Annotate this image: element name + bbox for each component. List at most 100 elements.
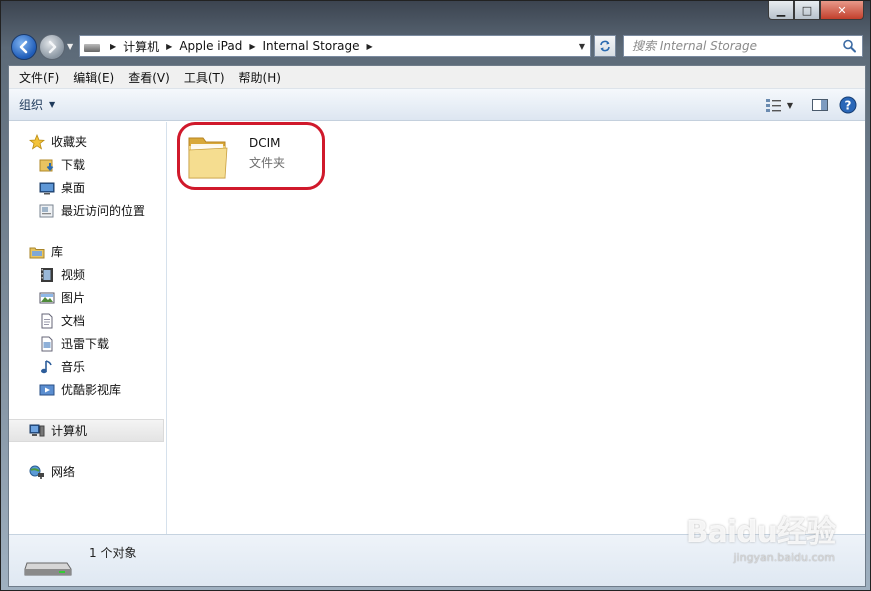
sidebar-label: 视频 xyxy=(61,268,86,282)
breadcrumb-apple-ipad[interactable]: Apple iPad xyxy=(176,39,245,53)
main-body: 收藏夹 下载 桌面 最近访问的位置 库 视频 图片 文档 迅雷下载 音乐 优酷影… xyxy=(9,122,865,534)
minimize-button[interactable]: ▁ xyxy=(768,1,794,20)
sidebar-item-youku-library[interactable]: 优酷影视库 xyxy=(9,378,166,401)
question-icon: ? xyxy=(839,96,857,114)
watermark-url: jingyan.baidu.com xyxy=(733,551,835,564)
sidebar-item-pictures[interactable]: 图片 xyxy=(9,286,166,309)
menu-bar: 文件(F) 编辑(E) 查看(V) 工具(T) 帮助(H) xyxy=(9,66,865,89)
refresh-button[interactable] xyxy=(594,35,616,57)
file-list: DCIM 文件夹 xyxy=(167,122,865,534)
address-dropdown-icon[interactable]: ▼ xyxy=(574,42,590,51)
sidebar-item-xunlei-downloads[interactable]: 迅雷下载 xyxy=(9,332,166,355)
breadcrumb-separator-icon[interactable]: ▶ xyxy=(162,42,176,51)
search-input[interactable] xyxy=(632,39,842,53)
toolbar-right: ▼ ? xyxy=(763,94,859,116)
watermark-logo: Baidu经验 xyxy=(685,515,836,550)
address-row: ▼ ▶ 计算机 ▶ Apple iPad ▶ Internal Storage … xyxy=(9,33,869,61)
sidebar-label: 计算机 xyxy=(51,424,88,438)
sidebar-label: 音乐 xyxy=(61,360,86,374)
recent-places-icon xyxy=(39,204,54,217)
sidebar-item-desktop[interactable]: 桌面 xyxy=(9,176,166,199)
video-icon xyxy=(41,267,53,282)
sidebar-item-favorites[interactable]: 收藏夹 xyxy=(9,130,166,153)
breadcrumb-separator-icon[interactable]: ▶ xyxy=(362,42,376,51)
sidebar-label: 下载 xyxy=(61,158,86,172)
organize-button[interactable]: 组织 ▼ xyxy=(19,96,55,113)
sidebar-label: 文档 xyxy=(61,314,86,328)
preview-pane-button[interactable] xyxy=(809,94,831,116)
forward-button[interactable] xyxy=(39,34,65,60)
download-library-icon xyxy=(41,336,53,351)
sidebar-label: 图片 xyxy=(61,291,86,305)
sidebar-item-documents[interactable]: 文档 xyxy=(9,309,166,332)
sidebar-label: 收藏夹 xyxy=(51,135,88,149)
explorer-window: ▁ □ ✕ ▼ ▶ 计算机 ▶ Apple iPad ▶ Internal St… xyxy=(0,0,871,591)
star-icon xyxy=(29,133,45,150)
menu-file[interactable]: 文件(F) xyxy=(12,69,66,86)
magnifier-icon[interactable] xyxy=(841,38,857,54)
sidebar-item-recent-places[interactable]: 最近访问的位置 xyxy=(9,199,166,222)
breadcrumb-internal-storage[interactable]: Internal Storage xyxy=(259,39,362,53)
sidebar-label: 最近访问的位置 xyxy=(61,204,146,218)
breadcrumb: ▶ 计算机 ▶ Apple iPad ▶ Internal Storage ▶ xyxy=(80,38,574,55)
address-bar[interactable]: ▶ 计算机 ▶ Apple iPad ▶ Internal Storage ▶ … xyxy=(79,35,591,57)
sidebar-item-videos[interactable]: 视频 xyxy=(9,263,166,286)
chevron-down-icon: ▼ xyxy=(49,100,56,109)
command-bar: 组织 ▼ ▼ ? xyxy=(9,89,865,121)
computer-icon xyxy=(29,424,45,436)
sidebar-label: 桌面 xyxy=(61,181,86,195)
details-pane: 1 个对象 Baidu经验 jingyan.baidu.com xyxy=(9,515,865,586)
back-button[interactable] xyxy=(11,34,37,60)
sidebar-label: 迅雷下载 xyxy=(61,337,110,351)
navigation-pane: 收藏夹 下载 桌面 最近访问的位置 库 视频 图片 文档 迅雷下载 音乐 优酷影… xyxy=(9,122,167,534)
change-view-button[interactable] xyxy=(763,94,785,116)
view-dropdown-icon[interactable]: ▼ xyxy=(787,101,793,110)
sidebar-label: 网络 xyxy=(51,465,76,479)
right-arrow-icon xyxy=(48,40,57,54)
menu-tools[interactable]: 工具(T) xyxy=(177,69,232,86)
breadcrumb-separator-icon[interactable]: ▶ xyxy=(106,42,120,51)
item-count: 1 个对象 xyxy=(89,546,137,560)
organize-label: 组织 xyxy=(19,98,44,112)
computer-group: 计算机 xyxy=(9,419,166,442)
left-arrow-icon xyxy=(19,40,28,54)
menu-edit[interactable]: 编辑(E) xyxy=(66,69,121,86)
downloads-folder-icon xyxy=(39,159,54,171)
favorites-group: 收藏夹 下载 桌面 最近访问的位置 xyxy=(9,130,166,222)
watermark: Baidu经验 jingyan.baidu.com xyxy=(685,507,836,564)
libraries-group: 库 视频 图片 文档 迅雷下载 音乐 优酷影视库 xyxy=(9,240,166,401)
network-icon xyxy=(29,465,44,479)
media-library-icon xyxy=(39,384,55,395)
preview-pane-icon xyxy=(812,99,828,111)
explorer-pane: 文件(F) 编辑(E) 查看(V) 工具(T) 帮助(H) 组织 ▼ ▼ ? 收… xyxy=(8,65,866,587)
libraries-icon xyxy=(29,247,45,258)
refresh-icon xyxy=(600,40,610,52)
help-button[interactable]: ? xyxy=(837,94,859,116)
maximize-button[interactable]: □ xyxy=(794,1,820,20)
breadcrumb-separator-icon[interactable]: ▶ xyxy=(245,42,259,51)
menu-help[interactable]: 帮助(H) xyxy=(232,69,288,86)
sidebar-item-downloads[interactable]: 下载 xyxy=(9,153,166,176)
recent-pages-dropdown[interactable]: ▼ xyxy=(67,42,73,51)
pictures-icon xyxy=(39,292,55,303)
sidebar-label: 库 xyxy=(51,245,64,259)
portable-drive-icon xyxy=(24,562,72,576)
music-note-icon xyxy=(41,359,52,373)
drive-icon xyxy=(84,44,100,52)
sidebar-item-computer[interactable]: 计算机 xyxy=(9,419,164,442)
sidebar-item-libraries[interactable]: 库 xyxy=(9,240,166,263)
sidebar-item-music[interactable]: 音乐 xyxy=(9,355,166,378)
menu-view[interactable]: 查看(V) xyxy=(121,69,177,86)
caption-buttons: ▁ □ ✕ xyxy=(768,1,864,21)
svg-text:?: ? xyxy=(845,99,852,113)
view-list-icon xyxy=(765,99,781,112)
breadcrumb-computer[interactable]: 计算机 xyxy=(120,38,162,55)
search-box xyxy=(623,35,863,57)
document-icon xyxy=(41,313,53,328)
sidebar-label: 优酷影视库 xyxy=(61,383,122,397)
close-button[interactable]: ✕ xyxy=(820,1,864,20)
network-group: 网络 xyxy=(9,460,166,483)
sidebar-item-network[interactable]: 网络 xyxy=(9,460,166,483)
annotation-highlight-ring xyxy=(177,122,325,190)
desktop-icon xyxy=(39,182,55,194)
